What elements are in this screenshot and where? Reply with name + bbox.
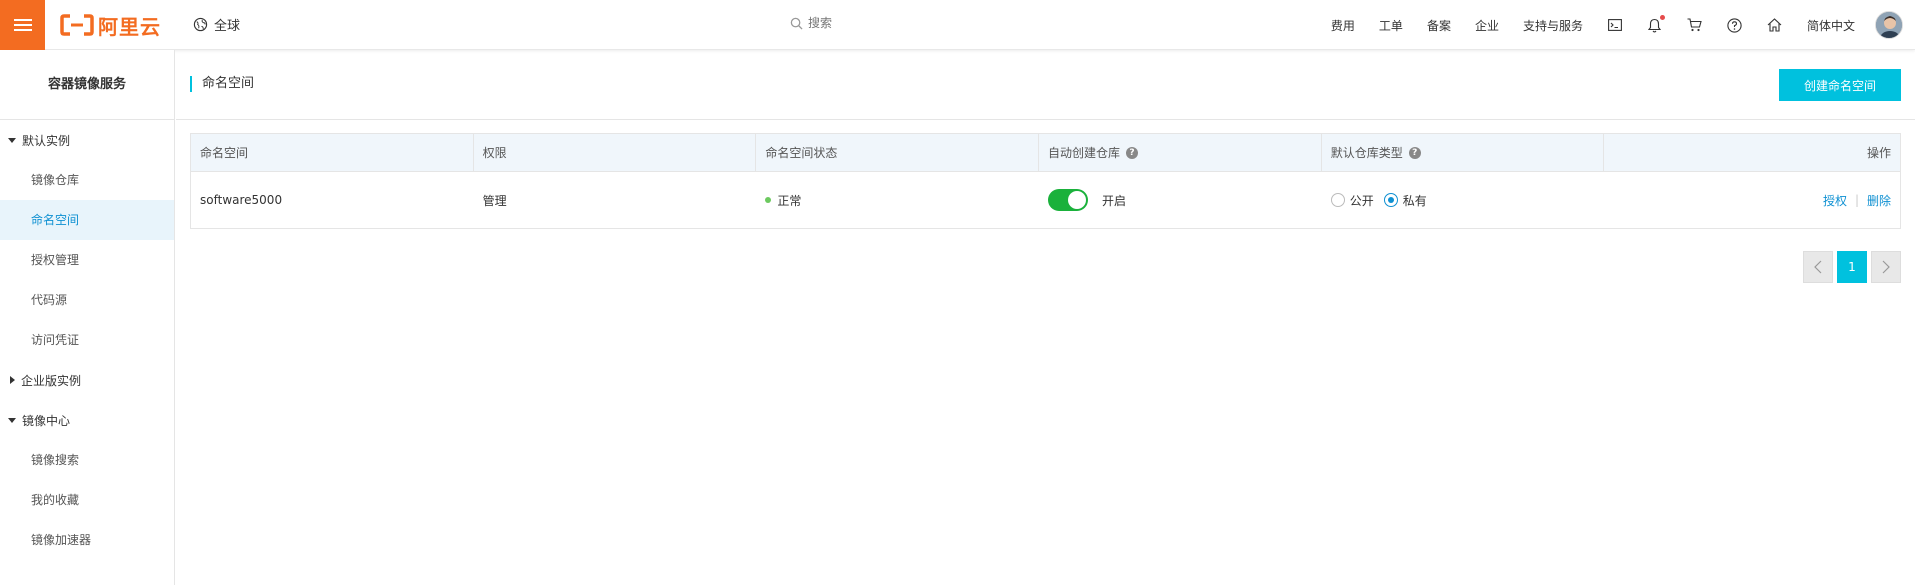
globe-icon <box>193 17 208 32</box>
column-header-auto-create: 自动创建仓库 ? <box>1039 134 1322 171</box>
avatar[interactable] <box>1875 11 1903 39</box>
nav-icp[interactable]: 备案 <box>1427 17 1451 34</box>
page-header: 命名空间 创建命名空间 <box>176 50 1915 120</box>
sidebar-item-repositories[interactable]: 镜像仓库 <box>0 160 174 200</box>
chevron-right-icon <box>1882 260 1890 274</box>
prev-page-button[interactable] <box>1803 251 1833 283</box>
notification-dot <box>1659 15 1665 20</box>
repo-type-public-radio[interactable]: 公开 <box>1330 192 1374 209</box>
sidebar-group-enterprise-instance[interactable]: 企业版实例 <box>0 360 174 400</box>
sidebar-group-label: 镜像中心 <box>22 413 71 428</box>
column-header-repo-type: 默认仓库类型 ? <box>1322 134 1605 171</box>
pagination: 1 <box>1803 251 1901 283</box>
namespace-table: 命名空间 权限 命名空间状态 自动创建仓库 ? 默认仓库类型 ? 操作 soft… <box>190 133 1901 229</box>
cell-actions: 授权 | 删除 <box>1604 172 1900 228</box>
delete-link[interactable]: 删除 <box>1867 192 1891 209</box>
page-number-button[interactable]: 1 <box>1837 251 1867 283</box>
action-separator: | <box>1854 193 1859 207</box>
cell-permission: 管理 <box>482 193 507 208</box>
region-selector[interactable]: 全球 <box>193 15 240 34</box>
create-namespace-button[interactable]: 创建命名空间 <box>1779 69 1901 101</box>
nav-tickets[interactable]: 工单 <box>1379 17 1403 34</box>
region-label: 全球 <box>214 19 241 34</box>
aliyun-logo-mark-icon <box>60 14 94 36</box>
top-nav: 费用 工单 备案 企业 支持与服务 简体中文 <box>1307 0 1915 50</box>
table-header: 命名空间 权限 命名空间状态 自动创建仓库 ? 默认仓库类型 ? 操作 <box>191 134 1900 172</box>
sidebar-item-credentials[interactable]: 访问凭证 <box>0 320 174 360</box>
status-dot-icon <box>765 197 772 203</box>
cart-icon[interactable] <box>1687 17 1703 33</box>
main-content: 命名空间 创建命名空间 命名空间 权限 命名空间状态 自动创建仓库 ? 默认仓库… <box>176 50 1915 585</box>
sidebar-item-authorization[interactable]: 授权管理 <box>0 240 174 280</box>
sidebar-item-favorites[interactable]: 我的收藏 <box>0 480 174 520</box>
sidebar-group-label: 默认实例 <box>22 133 71 148</box>
sidebar-item-image-search[interactable]: 镜像搜索 <box>0 440 174 480</box>
cell-namespace: software5000 <box>200 193 283 207</box>
nav-support[interactable]: 支持与服务 <box>1523 17 1583 34</box>
authorize-link[interactable]: 授权 <box>1823 192 1847 209</box>
table-row: software5000 管理 正常 开启 公开 私有 授权 | 删除 <box>191 172 1900 228</box>
search-box[interactable] <box>790 16 888 30</box>
column-header-actions: 操作 <box>1867 146 1892 160</box>
auto-create-label: 开启 <box>1102 193 1127 208</box>
sidebar-group-image-center[interactable]: 镜像中心 <box>0 400 174 440</box>
home-icon[interactable] <box>1767 17 1783 33</box>
logo-text: 阿里云 <box>98 14 161 39</box>
sidebar-item-code-source[interactable]: 代码源 <box>0 280 174 320</box>
cell-status: 正常 <box>756 172 1039 228</box>
sidebar-title: 容器镜像服务 <box>0 50 174 120</box>
cell-auto-create: 开启 <box>1039 172 1322 228</box>
caret-down-icon <box>8 417 16 423</box>
menu-icon[interactable] <box>0 0 45 50</box>
terminal-icon[interactable] <box>1607 17 1623 33</box>
caret-right-icon <box>10 376 15 384</box>
sidebar: 容器镜像服务 默认实例 镜像仓库 命名空间 授权管理 代码源 访问凭证 企业版实… <box>0 50 175 585</box>
search-icon <box>790 17 803 30</box>
column-header-permission: 权限 <box>474 134 757 171</box>
search-input[interactable] <box>808 16 888 30</box>
chevron-left-icon <box>1814 260 1822 274</box>
sidebar-item-namespaces[interactable]: 命名空间 <box>0 200 174 240</box>
sidebar-item-accelerator[interactable]: 镜像加速器 <box>0 520 174 560</box>
status-text: 正常 <box>777 193 802 208</box>
aliyun-logo[interactable]: 阿里云 <box>60 13 161 39</box>
language-selector[interactable]: 简体中文 <box>1807 17 1855 34</box>
next-page-button[interactable] <box>1871 251 1901 283</box>
repo-type-private-radio[interactable]: 私有 <box>1383 192 1427 209</box>
cell-repo-type: 公开 私有 <box>1322 172 1605 228</box>
sidebar-group-label: 企业版实例 <box>21 373 82 388</box>
question-icon[interactable]: ? <box>1408 146 1421 159</box>
sidebar-group-default-instance[interactable]: 默认实例 <box>0 120 174 160</box>
page-title: 命名空间 <box>190 76 254 92</box>
help-icon[interactable] <box>1727 17 1743 33</box>
auto-create-toggle[interactable] <box>1048 189 1089 211</box>
column-header-status: 命名空间状态 <box>756 134 1040 171</box>
caret-down-icon <box>8 137 16 143</box>
column-header-namespace: 命名空间 <box>191 134 474 171</box>
nav-enterprise[interactable]: 企业 <box>1475 17 1499 34</box>
question-icon[interactable]: ? <box>1126 146 1139 159</box>
nav-fees[interactable]: 费用 <box>1331 17 1355 34</box>
top-bar: 阿里云 全球 费用 工单 备案 企业 支持与服务 <box>0 0 1915 50</box>
bell-icon[interactable] <box>1647 15 1665 33</box>
